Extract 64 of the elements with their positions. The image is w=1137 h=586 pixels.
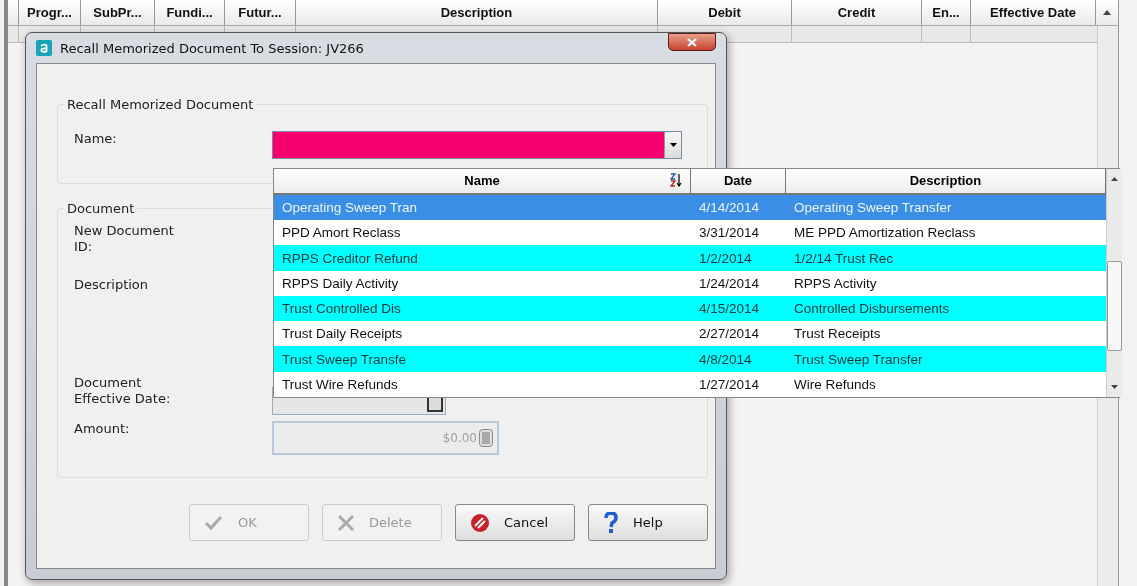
description-cell-text: Controlled Disbursements — [793, 301, 951, 317]
name-cell-text: Trust Wire Refunds — [281, 376, 399, 392]
name-cell-text: Trust Controlled Dis — [281, 301, 402, 317]
group-title: Recall Memorized Document — [64, 97, 257, 112]
check-icon — [204, 514, 224, 531]
description-cell-text: Wire Refunds — [793, 376, 877, 392]
description-cell-text: ME PPD Amortization Reclass — [793, 225, 977, 241]
scroll-down-icon[interactable] — [1111, 385, 1118, 389]
date-cell-text: 1/2/2014 — [698, 250, 753, 266]
date-cell-text: 4/15/2014 — [698, 301, 761, 317]
column-header[interactable]: En... — [921, 0, 970, 25]
column-header[interactable]: Description — [295, 0, 657, 25]
help-icon — [603, 511, 619, 534]
name-cell-text: RPPS Daily Activity — [281, 275, 400, 291]
no-entry-icon — [470, 512, 490, 533]
caret-icon — [669, 143, 677, 147]
name-cell-text: PPD Amort Reclass — [281, 225, 402, 241]
date-cell-text: 1/24/2014 — [698, 275, 761, 291]
scroll-up-icon[interactable] — [1111, 177, 1118, 181]
description-cell-text: Operating Sweep Transfer — [793, 200, 953, 216]
name-dropdown[interactable] — [272, 131, 682, 159]
list-row[interactable]: Trust Controlled Dis 4/15/2014 Controlled Disbursements — [274, 295, 1106, 322]
field-label: New Document ID: — [74, 223, 175, 255]
description-cell-text: RPPS Activity — [793, 275, 878, 291]
column-header[interactable]: Name — [274, 169, 691, 193]
scroll-up-icon[interactable] — [1103, 10, 1111, 15]
field-label: Document Effective Date: — [74, 375, 172, 407]
field-label: Name: — [74, 131, 118, 147]
column-header[interactable]: Progr... — [18, 0, 80, 25]
group-title: Document — [64, 201, 138, 216]
column-header[interactable]: Credit — [791, 0, 921, 25]
field-label: Amount: — [74, 421, 131, 437]
cancel-button[interactable]: Cancel — [455, 504, 575, 541]
date-cell-text: 4/14/2014 — [698, 200, 761, 216]
date-cell-text: 1/27/2014 — [698, 376, 761, 392]
help-button[interactable]: Help — [588, 504, 708, 541]
column-header[interactable]: Date — [691, 169, 786, 193]
column-header[interactable]: SubPr... — [80, 0, 154, 25]
amount-value: $0.00 — [442, 431, 477, 445]
description-cell-text: 1/2/14 Trust Rec — [793, 250, 895, 266]
close-icon — [687, 37, 697, 47]
scroll-thumb[interactable] — [1107, 261, 1122, 351]
sort-icon[interactable] — [670, 173, 682, 187]
name-cell-text: Trust Sweep Transfe — [281, 351, 408, 367]
name-cell-text: Trust Daily Receipts — [281, 326, 404, 342]
column-header[interactable]: Debit — [657, 0, 791, 25]
column-header[interactable]: Effective Date — [970, 0, 1095, 25]
description-cell-text: Trust Receipts — [793, 326, 882, 342]
name-cell-text: Operating Sweep Tran — [281, 200, 419, 216]
close-button[interactable] — [668, 33, 716, 51]
column-header[interactable]: Futur... — [224, 0, 295, 25]
window-title: Recall Memorized Document To Session: JV266 — [60, 40, 364, 56]
date-cell-text: 2/27/2014 — [698, 326, 761, 342]
date-cell-text: 4/8/2014 — [698, 351, 753, 367]
list-row[interactable]: Trust Sweep Transfe 4/8/2014 Trust Sweep Transfer — [274, 346, 1106, 372]
x-icon — [337, 513, 355, 532]
app-logo-icon — [36, 40, 52, 56]
name-cell-text: RPPS Creditor Refund — [281, 250, 419, 266]
column-header[interactable]: Fundi... — [154, 0, 224, 25]
description-cell-text: Trust Sweep Transfer — [793, 351, 924, 367]
scrollbar[interactable] — [1106, 169, 1122, 397]
field-label: Description — [74, 277, 150, 293]
date-cell-text: 3/31/2014 — [698, 225, 761, 241]
list-row[interactable]: RPPS Creditor Refund 1/2/2014 1/2/14 Trust Rec — [274, 245, 1106, 271]
